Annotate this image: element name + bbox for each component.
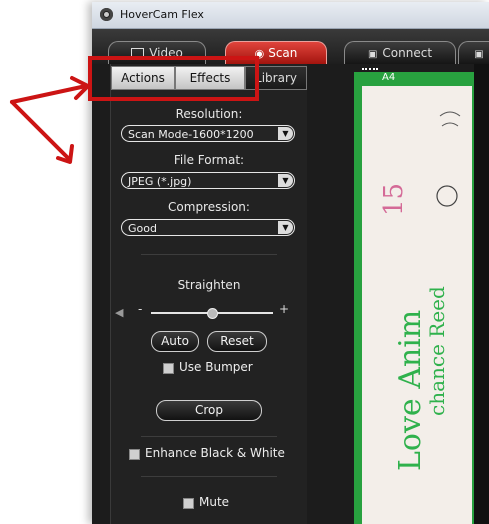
crop-button[interactable]: Crop: [156, 400, 262, 421]
mute-checkbox[interactable]: Mute: [183, 495, 243, 511]
handwriting-line-1: Love Anim: [393, 310, 428, 471]
sketch-drawing: [436, 185, 458, 207]
checkbox-icon: [183, 498, 194, 509]
rotate-icon: ◀: [115, 306, 124, 319]
divider: [141, 254, 277, 255]
resolution-label: Resolution:: [175, 107, 243, 121]
tab-more-icon: ▣: [474, 49, 484, 60]
preview-document: Love Anim 15 chance Reed: [362, 86, 472, 524]
checkbox-icon: [163, 363, 174, 374]
arrow-head-icon: [70, 76, 90, 100]
file-format-label: File Format:: [173, 153, 245, 167]
dropdown-arrow-icon: ▼: [278, 221, 293, 234]
reset-button[interactable]: Reset: [207, 331, 267, 352]
checkbox-icon: [129, 449, 140, 460]
annotation-highlight-box: [88, 56, 259, 101]
straighten-label: Straighten: [177, 278, 241, 292]
auto-button[interactable]: Auto: [151, 331, 199, 352]
dropdown-arrow-icon: ▼: [278, 174, 293, 187]
compression-select[interactable]: Good ▼: [121, 219, 295, 236]
hovercam-icon: [100, 8, 113, 21]
divider: [141, 476, 277, 477]
enhance-bw-checkbox[interactable]: Enhance Black & White: [129, 446, 299, 462]
connect-icon: ▣: [367, 49, 378, 60]
arrow-head-icon: [56, 144, 74, 164]
slider-thumb[interactable]: [207, 308, 218, 319]
paper-size-label: A4: [382, 72, 396, 83]
straighten-slider[interactable]: ◀ - +: [115, 302, 297, 322]
arrow-line-to-tabs: [10, 84, 88, 104]
left-panel: Actions Effects Library Resolution: Scan…: [110, 64, 307, 524]
file-format-select[interactable]: JPEG (*.jpg) ▼: [121, 172, 295, 189]
resolution-select[interactable]: Scan Mode-1600*1200 ▼: [121, 125, 295, 142]
sketch-lines: [439, 111, 461, 127]
title-bar: HoverCam Flex: [92, 2, 489, 29]
window-title: HoverCam Flex: [120, 8, 204, 21]
right-edge: [474, 64, 489, 524]
divider: [141, 436, 277, 437]
tab-connect[interactable]: ▣ Connect: [344, 41, 456, 64]
dropdown-arrow-icon: ▼: [278, 127, 293, 140]
use-bumper-checkbox[interactable]: Use Bumper: [163, 360, 273, 376]
arrow-line-to-panel: [10, 100, 70, 160]
tab-more[interactable]: ▣: [458, 41, 489, 64]
compression-label: Compression:: [168, 200, 250, 214]
handwriting-line-3: chance Reed: [425, 286, 449, 416]
size-indicator-dots: [362, 68, 378, 76]
handwriting-line-2: 15: [379, 183, 409, 216]
handwriting-drawing: Love Anim 15 chance Reed: [379, 111, 461, 471]
